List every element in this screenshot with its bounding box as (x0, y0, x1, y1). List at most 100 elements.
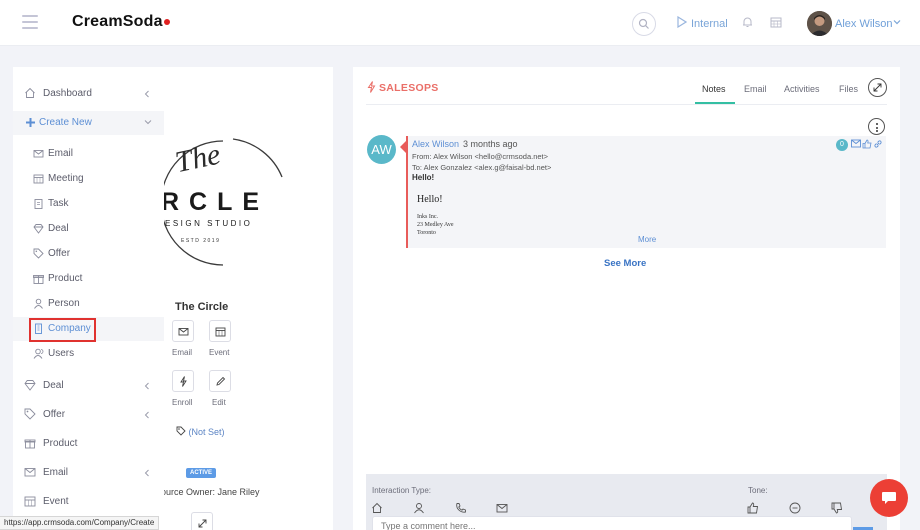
tab-activities[interactable]: Activities (784, 84, 820, 94)
logo-main-text: RCLE (163, 188, 269, 216)
hamburger-menu-icon[interactable] (22, 15, 38, 33)
edit-action-button[interactable] (209, 370, 231, 392)
salesops-title: SALESOPS (379, 82, 439, 94)
neutral-icon[interactable] (789, 502, 801, 514)
enroll-action-label: Enroll (172, 398, 193, 407)
bolt-icon (367, 81, 376, 93)
diamond-icon (24, 380, 36, 391)
sidebar-item-event[interactable]: Event (13, 490, 164, 514)
pencil-icon (216, 376, 226, 386)
highlight-box (29, 318, 96, 342)
users-icon (33, 348, 44, 359)
link-icon[interactable] (873, 139, 883, 149)
user-avatar[interactable] (807, 11, 832, 36)
expand-button[interactable] (191, 512, 213, 530)
note-more-link[interactable]: More (638, 235, 656, 244)
create-deal-item[interactable]: Deal (13, 217, 164, 241)
top-bar: CreamSoda Internal Alex Wilson (0, 0, 920, 46)
envelope-icon (33, 150, 44, 158)
tab-notes[interactable]: Notes (702, 84, 726, 94)
tab-email[interactable]: Email (744, 84, 767, 94)
sidebar-item-email[interactable]: Email (13, 461, 164, 485)
search-button[interactable] (632, 12, 656, 36)
create-task-item[interactable]: Task (13, 192, 164, 216)
note-body-line: Inks Inc. (417, 214, 438, 220)
calendar-icon[interactable] (770, 16, 782, 28)
sidebar-item-dashboard[interactable]: Dashboard (13, 82, 164, 106)
logo-script-text: The (172, 137, 223, 179)
note-body-line: 23 Medley Ave (417, 222, 454, 228)
chevron-left-icon (144, 469, 149, 477)
person-icon[interactable] (413, 502, 425, 514)
create-offer-item[interactable]: Offer (13, 242, 164, 266)
fullscreen-button[interactable] (868, 78, 887, 97)
sidebar-item-label: Event (43, 496, 69, 507)
chat-button[interactable] (870, 479, 908, 517)
enroll-action-button[interactable] (172, 370, 194, 392)
home-icon[interactable] (371, 502, 383, 514)
internal-mode-label[interactable]: Internal (691, 18, 728, 30)
email-action-button[interactable] (172, 320, 194, 342)
gift-icon (33, 275, 44, 284)
create-item-label: Offer (48, 248, 71, 259)
note-menu-button[interactable] (868, 118, 885, 135)
tag-field[interactable]: (Not Set) (176, 426, 225, 437)
calendar-icon (24, 496, 36, 507)
chevron-down-icon[interactable] (893, 19, 901, 25)
event-action-button[interactable] (209, 320, 231, 342)
create-item-label: Meeting (48, 173, 84, 184)
note-author-link[interactable]: Alex Wilson (412, 139, 459, 149)
play-icon[interactable] (676, 16, 687, 28)
create-item-label: Person (48, 298, 80, 309)
status-badge: ACTIVE (186, 468, 217, 478)
see-more-link[interactable]: See More (604, 258, 646, 269)
event-action-label: Event (209, 348, 230, 357)
user-name[interactable]: Alex Wilson (835, 18, 892, 30)
bell-icon[interactable] (742, 16, 753, 28)
email-action-label: Email (172, 348, 193, 357)
note-from: From: Alex Wilson <hello@crmsoda.net> (412, 152, 548, 161)
clipboard-icon (34, 199, 43, 209)
create-item-label: Product (48, 273, 83, 284)
logo-subtitle-text: ESIGN STUDIO (165, 219, 252, 228)
sidebar-item-product[interactable]: Product (13, 432, 164, 456)
tab-files[interactable]: Files (839, 84, 858, 94)
envelope-icon[interactable] (851, 139, 861, 148)
create-person-item[interactable]: Person (13, 292, 164, 316)
sidebar-item-offer[interactable]: Offer (13, 403, 164, 427)
create-item-label: Deal (48, 223, 69, 234)
phone-icon[interactable] (455, 502, 467, 514)
thumbs-up-icon[interactable] (747, 502, 759, 514)
sidebar-item-label: Deal (43, 380, 64, 391)
app-logo[interactable]: CreamSoda (72, 13, 170, 31)
note-to: To: Alex Gonzalez <alex.g@faisal-bd.net> (412, 163, 552, 172)
create-email-item[interactable]: Email (13, 142, 164, 166)
note-body-line: Toronto (417, 230, 436, 235)
thumbs-up-icon[interactable] (862, 139, 872, 149)
sidebar-item-label: Product (43, 438, 78, 449)
envelope-icon[interactable] (496, 502, 508, 514)
create-product-item[interactable]: Product (13, 267, 164, 291)
sidebar-item-deal[interactable]: Deal (13, 374, 164, 398)
company-logo-image: The RCLE ESIGN STUDIO ESTD 2019 (163, 117, 303, 282)
calendar-icon (33, 174, 44, 184)
sidebar-item-label: Offer (43, 409, 66, 420)
comment-input[interactable] (373, 517, 851, 530)
sidebar-item-label: Dashboard (43, 88, 92, 99)
reply-count-badge: 0 (836, 139, 848, 151)
sidebar-item-create-new[interactable]: Create New (13, 111, 164, 135)
chevron-left-icon (144, 382, 149, 390)
tag-icon (33, 248, 44, 259)
sidebar-item-label: Create New (39, 117, 92, 128)
create-meeting-item[interactable]: Meeting (13, 167, 164, 191)
chat-bubble-icon (882, 492, 896, 504)
avatar-photo (807, 11, 832, 36)
note-greeting: Hello! (412, 173, 435, 182)
note-body-hello: Hello! (417, 194, 443, 205)
create-item-label: Email (48, 148, 74, 159)
create-users-item[interactable]: Users (13, 342, 164, 366)
resource-owner-text: ource Owner: Jane Riley (161, 487, 260, 497)
thumbs-down-icon[interactable] (831, 502, 843, 514)
tag-icon (176, 426, 186, 436)
app-logo-text: CreamSoda (72, 13, 163, 30)
